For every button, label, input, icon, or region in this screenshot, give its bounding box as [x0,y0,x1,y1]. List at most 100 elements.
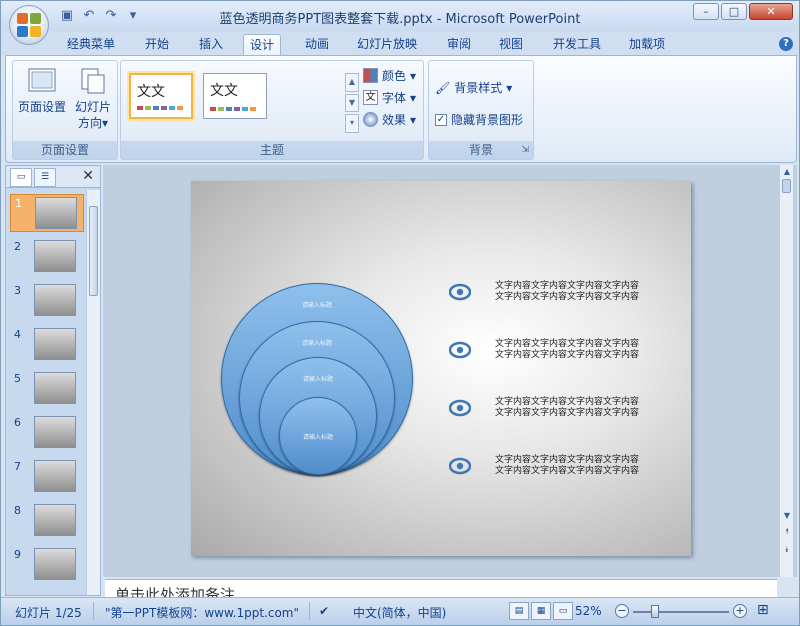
slide-sorter-view-icon[interactable]: ▦ [531,602,551,620]
zoom-slider[interactable]: − + [615,604,747,620]
tab-review[interactable]: 审阅 [441,34,477,55]
slide-thumbnail[interactable]: 4 [10,326,84,364]
hide-background-checkbox[interactable]: ✓ [435,113,447,126]
gallery-up-icon[interactable]: ▲ [345,73,359,92]
slide-number: 3 [14,284,21,297]
gallery-more-icon[interactable]: ▾ [345,114,359,134]
zoom-in-icon[interactable]: + [733,604,747,618]
view-buttons: ▤ ▦ ▭ [509,602,573,620]
office-button[interactable] [9,5,49,45]
hide-background-label: 隐藏背景图形 [451,113,524,127]
text-line: 文字内容文字内容文字内容文字内容 [495,466,640,476]
slide-number: 6 [14,416,21,429]
slide-thumbnails: 1 2 3 4 5 6 7 8 9 [6,190,86,595]
scroll-thumb[interactable] [89,206,98,296]
text-line: 文字内容文字内容文字内容文字内容 [495,350,640,360]
next-slide-icon[interactable]: ⯯ [780,545,794,555]
slide-thumbnail[interactable]: 8 [10,502,84,540]
maximize-icon[interactable]: □ [721,3,747,20]
page-setup-button[interactable]: 页面设置 [17,67,67,115]
background-styles-label: 背景样式 [454,81,503,95]
orientation-text: 方向 [77,116,102,130]
ribbon: 页面设置 幻灯片 方向▾ 页面设置 文文 文文 ▲ ▼ ▾ 颜色 ▾ 文 字体 … [5,55,797,163]
circle-level-4[interactable]: 请输入标题 [279,397,357,475]
close-icon[interactable]: ✕ [749,3,793,20]
dialog-launcher-icon[interactable]: ⇲ [521,141,529,159]
tab-view[interactable]: 视图 [493,34,529,55]
hide-background-graphics[interactable]: ✓ 隐藏背景图形 [435,111,523,128]
slide-show-view-icon[interactable]: ▭ [553,602,573,620]
text-block[interactable]: 文字内容文字内容文字内容文字内容 文字内容文字内容文字内容文字内容 [495,397,665,419]
slide-thumbnail[interactable]: 9 [10,546,84,584]
scroll-thumb[interactable] [782,179,791,193]
zoom-level[interactable]: 52% [575,604,602,618]
slides-pane-tabs: ▭ ☰ ✕ [6,166,100,188]
tab-animations[interactable]: 动画 [299,34,335,55]
theme-thumb-text: 文文 [137,84,165,100]
text-block[interactable]: 文字内容文字内容文字内容文字内容 文字内容文字内容文字内容文字内容 [495,281,665,303]
current-slide[interactable]: 请输入标题 请输入标题 请输入标题 请输入标题 文字内容文字内容文字内容文字内容… [191,181,691,556]
page-setup-icon [28,68,56,92]
theme-name[interactable]: "第一PPT模板网：www.1ppt.com" [105,604,299,621]
ribbon-tabs: 经典菜单 开始 插入 设计 动画 幻灯片放映 审阅 视图 开发工具 加载项 ? [1,31,799,55]
tab-home[interactable]: 开始 [139,34,175,55]
status-bar: 幻灯片 1/25 "第一PPT模板网：www.1ppt.com" ✔ 中文(简体… [1,597,799,625]
help-icon[interactable]: ? [779,37,793,51]
close-pane-icon[interactable]: ✕ [82,168,94,184]
eye-icon [449,457,471,475]
slide-number: 9 [14,548,21,561]
slides-tab-icon[interactable]: ▭ [10,168,32,187]
background-group-text: 背景 [468,143,493,157]
slide-number: 5 [14,372,21,385]
normal-view-icon[interactable]: ▤ [509,602,529,620]
language[interactable]: 中文(简体，中国) [353,604,446,621]
slide-thumbnail[interactable]: 1 [10,194,84,232]
chevron-down-icon: ▾ [101,116,109,130]
text-line: 文字内容文字内容文字内容文字内容 [495,397,640,407]
fonts-icon: 文 [363,90,378,105]
theme-swatches [137,106,183,110]
slide-thumbnail[interactable]: 6 [10,414,84,452]
window-controls: – □ ✕ [693,3,793,20]
slide-thumbnail[interactable]: 5 [10,370,84,408]
slide-orientation-button[interactable]: 幻灯片 方向▾ [71,67,115,131]
background-styles-button[interactable]: 🖌 背景样式 ▾ [435,79,512,96]
slide-thumbnail[interactable]: 2 [10,238,84,276]
scroll-up-icon[interactable]: ▲ [780,167,794,176]
tab-design[interactable]: 设计 [243,34,282,55]
theme-thumb-current[interactable]: 文文 [129,73,193,119]
effects-icon [363,112,378,127]
theme-effects-button[interactable]: 效果 ▾ [363,111,416,128]
gallery-down-icon[interactable]: ▼ [345,93,359,113]
zoom-track [633,611,729,613]
theme-fonts-button[interactable]: 文 字体 ▾ [363,89,416,106]
text-block[interactable]: 文字内容文字内容文字内容文字内容 文字内容文字内容文字内容文字内容 [495,339,665,361]
zoom-knob[interactable] [651,605,660,618]
slide-thumbnail[interactable]: 7 [10,458,84,496]
group-label-page-setup: 页面设置 [13,141,117,159]
slides-pane-scrollbar[interactable] [86,190,100,595]
editing-area-scrollbar[interactable]: ▲ ▼ ⯭ ⯯ [779,165,793,577]
group-label-themes: 主题 [121,141,423,159]
effects-label: 效果 [382,113,407,127]
zoom-out-icon[interactable]: − [615,604,629,618]
text-line: 文字内容文字内容文字内容文字内容 [495,408,640,418]
previous-slide-icon[interactable]: ⯭ [780,527,794,537]
text-block[interactable]: 文字内容文字内容文字内容文字内容 文字内容文字内容文字内容文字内容 [495,455,665,477]
scroll-down-icon[interactable]: ▼ [780,511,794,520]
eye-icon [449,399,471,417]
tab-classic-menu[interactable]: 经典菜单 [61,34,121,55]
tab-insert[interactable]: 插入 [193,34,229,55]
notes-pane[interactable]: 单击此处添加备注 [105,579,777,597]
theme-thumb-office[interactable]: 文文 [203,73,267,119]
slide-thumbnail[interactable]: 3 [10,282,84,320]
outline-tab-icon[interactable]: ☰ [34,168,56,187]
tab-add-ins[interactable]: 加载项 [623,34,671,55]
theme-colors-button[interactable]: 颜色 ▾ [363,67,416,84]
minimize-icon[interactable]: – [693,3,719,20]
spell-check-icon[interactable]: ✔ [319,604,329,618]
tab-slide-show[interactable]: 幻灯片放映 [351,34,423,55]
tab-developer[interactable]: 开发工具 [547,34,607,55]
slide-thumbnail-image [34,504,76,536]
fit-slide-icon[interactable]: ⊞ [757,602,769,618]
